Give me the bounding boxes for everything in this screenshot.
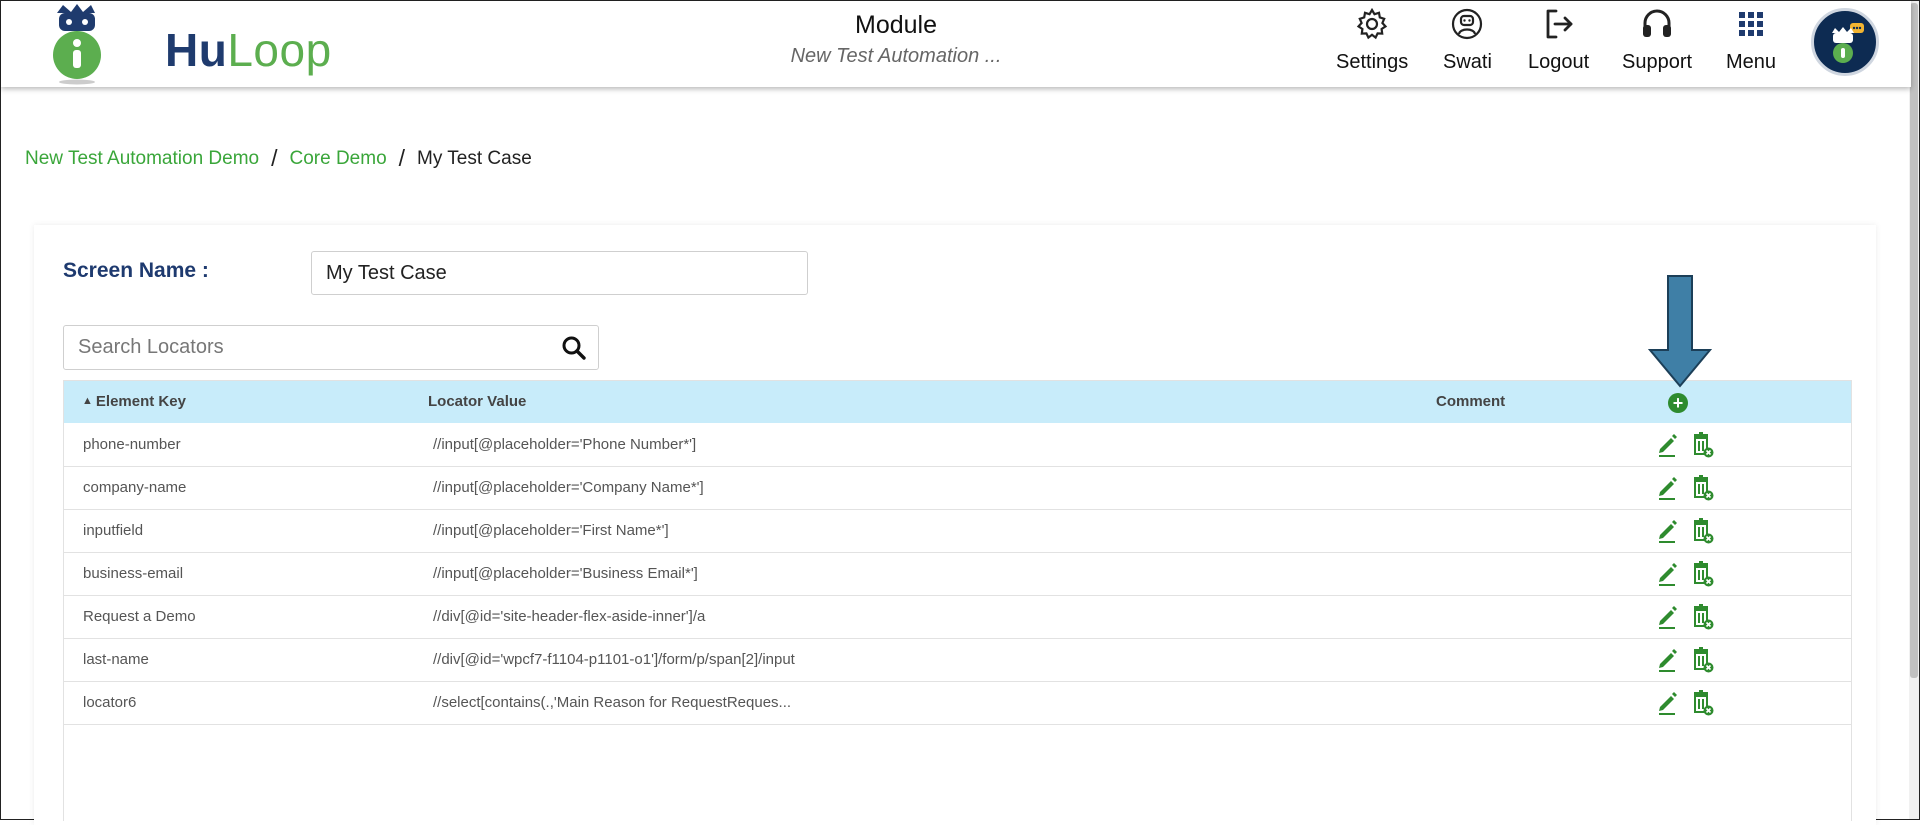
module-title: Module bbox=[855, 11, 937, 39]
breadcrumb-separator: / bbox=[271, 145, 278, 171]
nav-support[interactable]: Support bbox=[1622, 7, 1692, 74]
delete-icon[interactable] bbox=[1692, 475, 1714, 501]
search-icon[interactable] bbox=[561, 335, 587, 361]
screen-name-input[interactable] bbox=[311, 251, 808, 295]
table-row: Request a Demo //div[@id='site-header-fle… bbox=[64, 595, 1851, 639]
cell-locator-value: //select[contains(.,'Main Reason for Req… bbox=[433, 694, 792, 711]
cell-locator-value: //input[@placeholder='Business Email*'] bbox=[433, 565, 698, 582]
column-header-locator-value[interactable]: Locator Value bbox=[428, 393, 526, 410]
search-locators-box bbox=[63, 325, 599, 370]
breadcrumb-current: My Test Case bbox=[417, 147, 532, 169]
delete-icon[interactable] bbox=[1692, 604, 1714, 630]
headphones-icon bbox=[1643, 9, 1672, 37]
logo-text-hu: Hu bbox=[165, 24, 228, 76]
delete-icon[interactable] bbox=[1692, 690, 1714, 716]
edit-icon[interactable] bbox=[1656, 433, 1678, 457]
table-row: inputfield //input[@placeholder='First Na… bbox=[64, 509, 1851, 553]
module-subtitle: New Test Automation ... bbox=[790, 45, 1002, 67]
breadcrumb-separator: / bbox=[398, 145, 406, 171]
edit-icon[interactable] bbox=[1656, 605, 1678, 629]
cell-element-key: locator6 bbox=[83, 694, 137, 711]
table-header: ▲ Element Key Locator Value Comment + bbox=[64, 381, 1851, 423]
search-locators-input[interactable] bbox=[64, 326, 572, 369]
cell-element-key: inputfield bbox=[83, 522, 144, 539]
cell-element-key: business-email bbox=[83, 565, 184, 582]
edit-icon[interactable] bbox=[1656, 648, 1678, 672]
table-row: locator6 //select[contains(.,'Main Reason… bbox=[64, 681, 1851, 725]
grid-icon bbox=[1739, 12, 1764, 36]
table-row: business-email //input[@placeholder='Busi… bbox=[64, 552, 1851, 596]
cell-locator-value: //div[@id='site-header-flex-aside-inner'… bbox=[433, 608, 706, 625]
add-locator-button[interactable]: + bbox=[1668, 393, 1688, 413]
nav-user-label: Swati bbox=[1443, 51, 1492, 73]
delete-icon[interactable] bbox=[1692, 518, 1714, 544]
locators-table: ▲ Element Key Locator Value Comment + pho… bbox=[63, 380, 1852, 821]
nav-logout[interactable]: Logout bbox=[1528, 7, 1589, 74]
nav-menu[interactable]: Menu bbox=[1726, 7, 1776, 74]
edit-icon[interactable] bbox=[1656, 476, 1678, 500]
delete-icon[interactable] bbox=[1692, 432, 1714, 458]
cell-locator-value: //input[@placeholder='First Name*'] bbox=[433, 522, 669, 539]
scrollbar-thumb[interactable] bbox=[1910, 3, 1918, 678]
nav-user[interactable]: Swati bbox=[1443, 7, 1492, 74]
nav-logout-label: Logout bbox=[1528, 51, 1590, 73]
edit-icon[interactable] bbox=[1656, 562, 1678, 586]
delete-icon[interactable] bbox=[1692, 561, 1714, 587]
table-row: last-name //div[@id='wpcf7-f1104-p1101-o1… bbox=[64, 638, 1851, 682]
edit-icon[interactable] bbox=[1656, 519, 1678, 543]
edit-icon[interactable] bbox=[1656, 691, 1678, 715]
cell-locator-value: //input[@placeholder='Company Name*'] bbox=[433, 479, 704, 496]
cell-locator-value: //input[@placeholder='Phone Number*'] bbox=[433, 436, 697, 453]
logo-text: HuLoop bbox=[165, 23, 332, 77]
logout-icon bbox=[1546, 9, 1572, 39]
huloop-logo[interactable]: HuLoop bbox=[49, 3, 331, 85]
chatbot-avatar[interactable] bbox=[1811, 8, 1879, 76]
breadcrumb-link-project[interactable]: New Test Automation Demo bbox=[25, 148, 259, 170]
nav-support-label: Support bbox=[1622, 51, 1693, 73]
top-header: HuLoop Module New Test Automation ... Se… bbox=[1, 1, 1911, 87]
robot-mascot-icon bbox=[53, 4, 101, 85]
cell-locator-value: //div[@id='wpcf7-f1104-p1101-o1']/form/p… bbox=[433, 651, 795, 668]
page-scrollbar[interactable] bbox=[1909, 1, 1919, 819]
nav-settings-label: Settings bbox=[1336, 51, 1409, 73]
breadcrumb-link-module[interactable]: Core Demo bbox=[290, 148, 387, 170]
cell-element-key: Request a Demo bbox=[83, 608, 196, 625]
chatbot-icon bbox=[1832, 23, 1864, 63]
cell-element-key: phone-number bbox=[83, 436, 181, 453]
delete-icon[interactable] bbox=[1692, 647, 1714, 673]
column-header-element-key[interactable]: ▲ Element Key bbox=[82, 393, 186, 410]
column-header-element-key-label: Element Key bbox=[95, 393, 186, 410]
logo-text-loop: Loop bbox=[227, 24, 332, 76]
user-icon bbox=[1452, 8, 1483, 40]
table-row: phone-number //input[@placeholder='Phone … bbox=[64, 423, 1851, 467]
nav-settings[interactable]: Settings bbox=[1336, 7, 1408, 74]
cell-element-key: last-name bbox=[83, 651, 149, 668]
sort-ascending-icon: ▲ bbox=[82, 395, 93, 407]
cell-element-key: company-name bbox=[83, 479, 187, 496]
column-header-comment[interactable]: Comment bbox=[1436, 393, 1505, 410]
breadcrumb: New Test Automation Demo / Core Demo / M… bbox=[25, 145, 532, 172]
table-row: company-name //input[@placeholder='Compan… bbox=[64, 466, 1851, 510]
annotation-arrow-icon bbox=[1648, 275, 1712, 388]
nav-menu-label: Menu bbox=[1726, 51, 1777, 73]
gear-icon bbox=[1356, 7, 1388, 40]
screen-name-label: Screen Name : bbox=[63, 259, 209, 282]
